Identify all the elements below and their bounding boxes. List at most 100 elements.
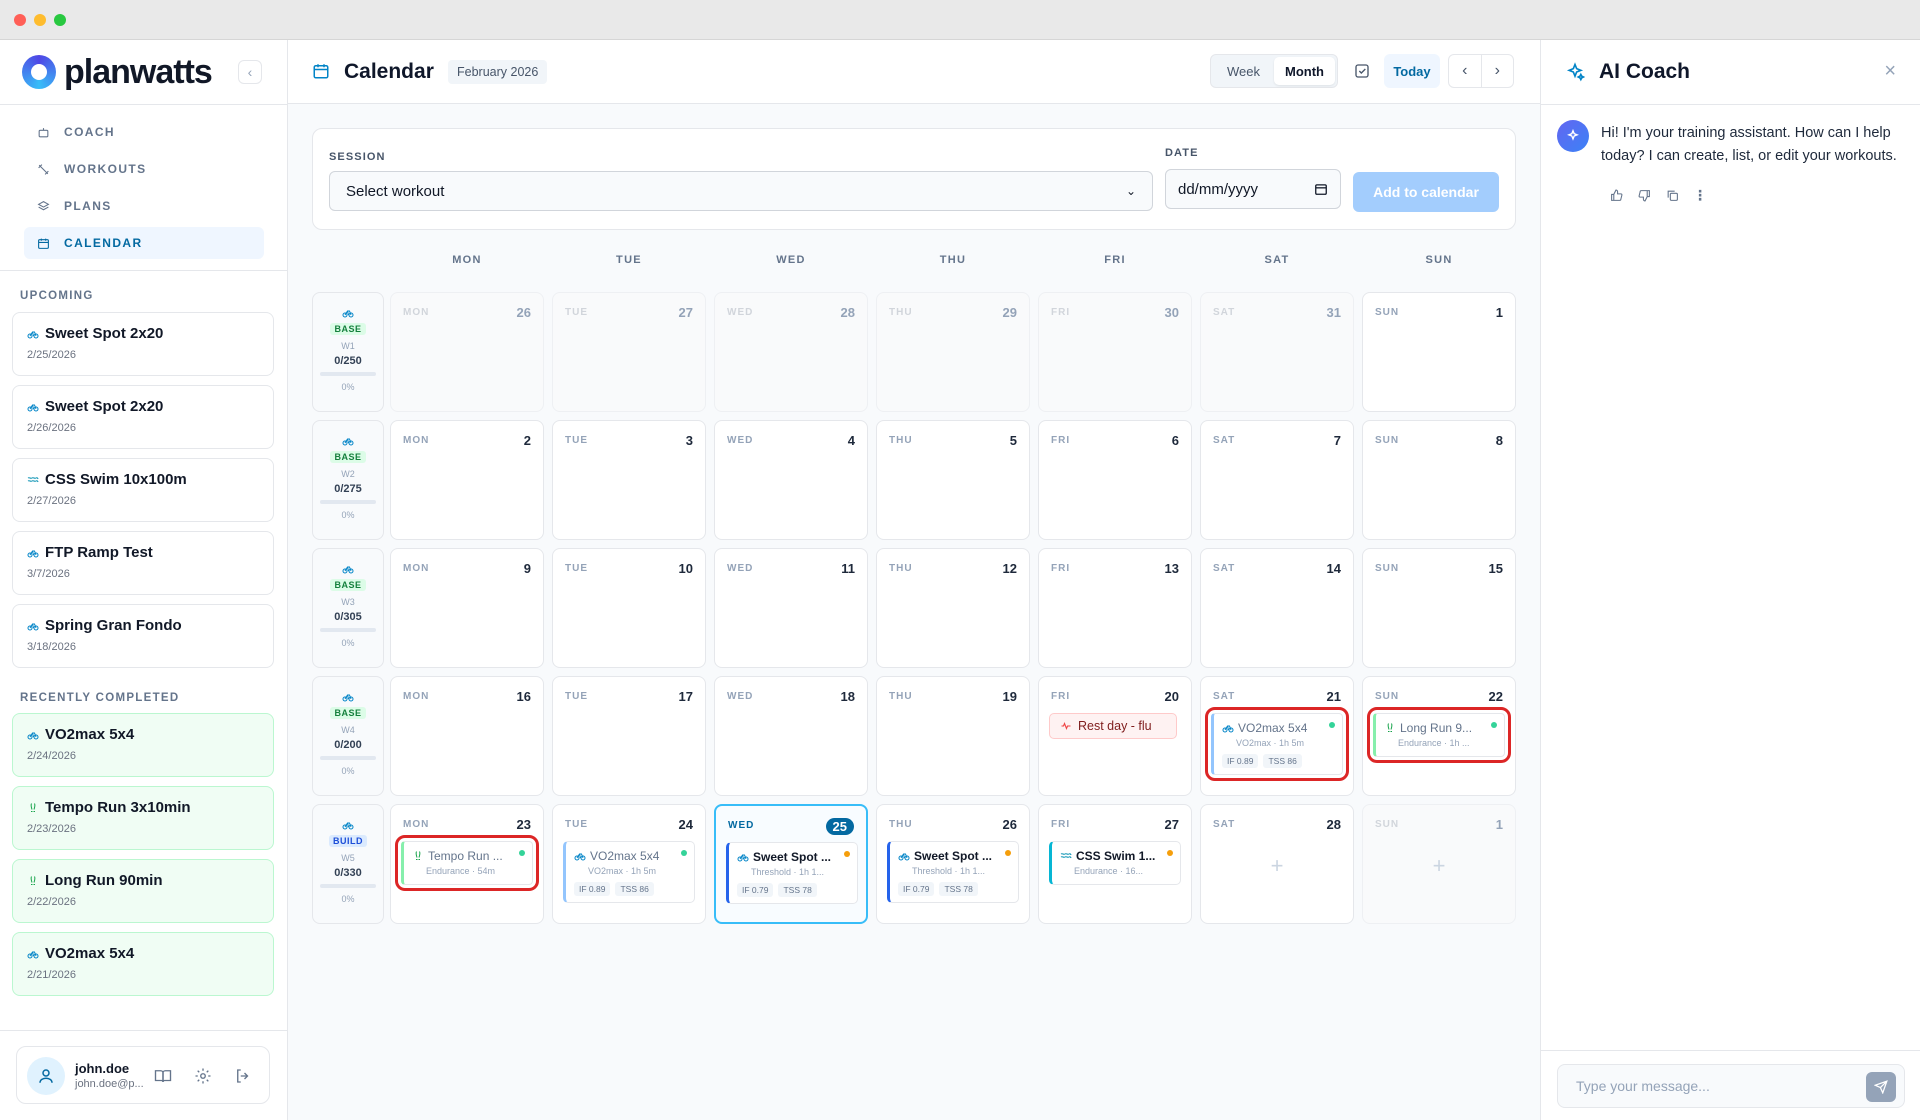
more-icon[interactable]: ⋮ — [1693, 187, 1707, 203]
day-cell[interactable]: THU 26 Sweet Spot ... Threshold · 1h 1... I… — [876, 804, 1030, 924]
rest-day-note[interactable]: Rest day - flu — [1049, 713, 1177, 739]
day-number: 3 — [685, 433, 693, 448]
day-cell[interactable]: MON 2 — [390, 420, 544, 540]
week-percent: 0% — [341, 382, 355, 392]
day-cell[interactable]: SUN 1 + — [1362, 804, 1516, 924]
day-cell[interactable]: SUN 22 Long Run 9... Endurance · 1h ... — [1362, 676, 1516, 796]
view-week-button[interactable]: Week — [1213, 57, 1274, 85]
completed-workout-card[interactable]: Tempo Run 3x10min 2/23/2026 — [12, 786, 274, 850]
day-cell[interactable]: FRI 20 Rest day - flu — [1038, 676, 1192, 796]
upcoming-workout-card[interactable]: FTP Ramp Test 3/7/2026 — [12, 531, 274, 595]
workout-card[interactable]: Tempo Run ... Endurance · 54m — [395, 835, 539, 891]
workout-card[interactable]: VO2max 5x4 VO2max · 1h 5m IF 0.89 TSS 86 — [563, 841, 695, 903]
day-number: 20 — [1164, 689, 1179, 704]
date-input[interactable]: dd/mm/yyyy — [1165, 169, 1341, 209]
nav-plans[interactable]: PLANS — [24, 190, 264, 222]
day-cell[interactable]: SAT 28 + — [1200, 804, 1354, 924]
day-cell[interactable]: TUE 3 — [552, 420, 706, 540]
day-label: FRI — [1051, 819, 1071, 830]
logout-icon[interactable] — [233, 1066, 253, 1086]
workout-card[interactable]: Sweet Spot ... Threshold · 1h 1... IF 0.7… — [887, 841, 1019, 903]
view-month-button[interactable]: Month — [1274, 57, 1335, 85]
today-button[interactable]: Today — [1384, 54, 1440, 88]
day-cell[interactable]: WED 11 — [714, 548, 868, 668]
week-summary[interactable]: BASE W3 0/305 0% — [312, 548, 384, 668]
nav-calendar[interactable]: CALENDAR — [24, 227, 264, 259]
day-cell[interactable]: TUE 27 — [552, 292, 706, 412]
thumbs-down-icon[interactable] — [1637, 188, 1651, 202]
day-cell[interactable]: MON 23 Tempo Run ... Endurance · 54m — [390, 804, 544, 924]
day-cell[interactable]: SUN 1 — [1362, 292, 1516, 412]
day-number: 26 — [1002, 817, 1017, 832]
day-cell[interactable]: WED 25 Sweet Spot ... Threshold · 1h 1... I… — [714, 804, 868, 924]
nav-coach[interactable]: COACH — [24, 116, 264, 148]
upcoming-workout-card[interactable]: Sweet Spot 2x20 2/25/2026 — [12, 312, 274, 376]
day-cell[interactable]: WED 28 — [714, 292, 868, 412]
tss-tag: TSS 78 — [778, 883, 817, 897]
day-cell[interactable]: TUE 24 VO2max 5x4 VO2max · 1h 5m IF 0.89 TSS… — [552, 804, 706, 924]
minimize-window-button[interactable] — [34, 14, 46, 26]
brand-logo[interactable]: planwatts — [22, 50, 213, 94]
completed-workout-card[interactable]: VO2max 5x4 2/21/2026 — [12, 932, 274, 996]
settings-gear-icon[interactable] — [193, 1066, 213, 1086]
day-cell[interactable]: SAT 21 VO2max 5x4 VO2max · 1h 5m IF 0.89 TSS… — [1200, 676, 1354, 796]
workout-card[interactable]: Long Run 9... Endurance · 1h ... — [1367, 707, 1511, 763]
completed-workout-card[interactable]: VO2max 5x4 2/24/2026 — [12, 713, 274, 777]
day-cell[interactable]: THU 12 — [876, 548, 1030, 668]
add-workout-plus-icon[interactable]: + — [1363, 853, 1515, 879]
workout-card[interactable]: VO2max 5x4 VO2max · 1h 5m IF 0.89 TSS 86 — [1205, 707, 1349, 781]
maximize-window-button[interactable] — [54, 14, 66, 26]
day-number: 16 — [516, 689, 531, 704]
day-cell[interactable]: WED 18 — [714, 676, 868, 796]
workout-card[interactable]: Sweet Spot ... Threshold · 1h 1... IF 0.7… — [726, 842, 858, 904]
add-workout-plus-icon[interactable]: + — [1201, 853, 1353, 879]
completed-workout-card[interactable]: Long Run 90min 2/22/2026 — [12, 859, 274, 923]
prev-month-button[interactable]: ‹ — [1449, 55, 1482, 87]
bike-icon — [898, 850, 910, 862]
collapse-sidebar-button[interactable]: ‹ — [238, 60, 262, 84]
workout-card[interactable]: CSS Swim 1... Endurance · 16... — [1049, 841, 1181, 885]
day-cell[interactable]: TUE 10 — [552, 548, 706, 668]
day-label: SUN — [1375, 307, 1400, 318]
day-cell[interactable]: MON 9 — [390, 548, 544, 668]
thumbs-up-icon[interactable] — [1609, 188, 1623, 202]
send-button[interactable] — [1866, 1072, 1896, 1102]
next-month-button[interactable]: › — [1482, 55, 1514, 87]
day-cell[interactable]: THU 19 — [876, 676, 1030, 796]
workout-select[interactable]: Select workout ⌄ — [329, 171, 1153, 211]
week-load: 0/275 — [334, 483, 362, 495]
day-cell[interactable]: FRI 13 — [1038, 548, 1192, 668]
day-cell[interactable]: SAT 31 — [1200, 292, 1354, 412]
day-cell[interactable]: SUN 15 — [1362, 548, 1516, 668]
day-cell[interactable]: THU 29 — [876, 292, 1030, 412]
copy-icon[interactable] — [1665, 188, 1679, 202]
day-cell[interactable]: SAT 14 — [1200, 548, 1354, 668]
day-cell[interactable]: WED 4 — [714, 420, 868, 540]
upcoming-workout-card[interactable]: Sweet Spot 2x20 2/26/2026 — [12, 385, 274, 449]
chat-input[interactable]: Type your message... — [1557, 1064, 1905, 1108]
close-coach-button[interactable]: × — [1884, 60, 1896, 83]
week-summary[interactable]: BUILD W5 0/330 0% — [312, 804, 384, 924]
add-to-calendar-button[interactable]: Add to calendar — [1353, 172, 1499, 212]
checklist-button[interactable] — [1346, 54, 1378, 88]
day-cell[interactable]: MON 26 — [390, 292, 544, 412]
upcoming-workout-card[interactable]: Spring Gran Fondo 3/18/2026 — [12, 604, 274, 668]
day-cell[interactable]: SAT 7 — [1200, 420, 1354, 540]
day-cell[interactable]: FRI 30 — [1038, 292, 1192, 412]
docs-book-icon[interactable] — [153, 1066, 173, 1086]
day-cell[interactable]: FRI 27 CSS Swim 1... Endurance · 16... — [1038, 804, 1192, 924]
close-window-button[interactable] — [14, 14, 26, 26]
upcoming-workout-card[interactable]: CSS Swim 10x100m 2/27/2026 — [12, 458, 274, 522]
day-cell[interactable]: THU 5 — [876, 420, 1030, 540]
status-dot — [681, 850, 687, 856]
day-cell[interactable]: TUE 17 — [552, 676, 706, 796]
week-summary[interactable]: BASE W4 0/200 0% — [312, 676, 384, 796]
nav-workouts[interactable]: WORKOUTS — [24, 153, 264, 185]
day-cell[interactable]: MON 16 — [390, 676, 544, 796]
week-summary[interactable]: BASE W2 0/275 0% — [312, 420, 384, 540]
run-icon — [1384, 722, 1396, 734]
week-summary[interactable]: BASE W1 0/250 0% — [312, 292, 384, 412]
day-cell[interactable]: SUN 8 — [1362, 420, 1516, 540]
avatar[interactable] — [27, 1057, 65, 1095]
day-cell[interactable]: FRI 6 — [1038, 420, 1192, 540]
